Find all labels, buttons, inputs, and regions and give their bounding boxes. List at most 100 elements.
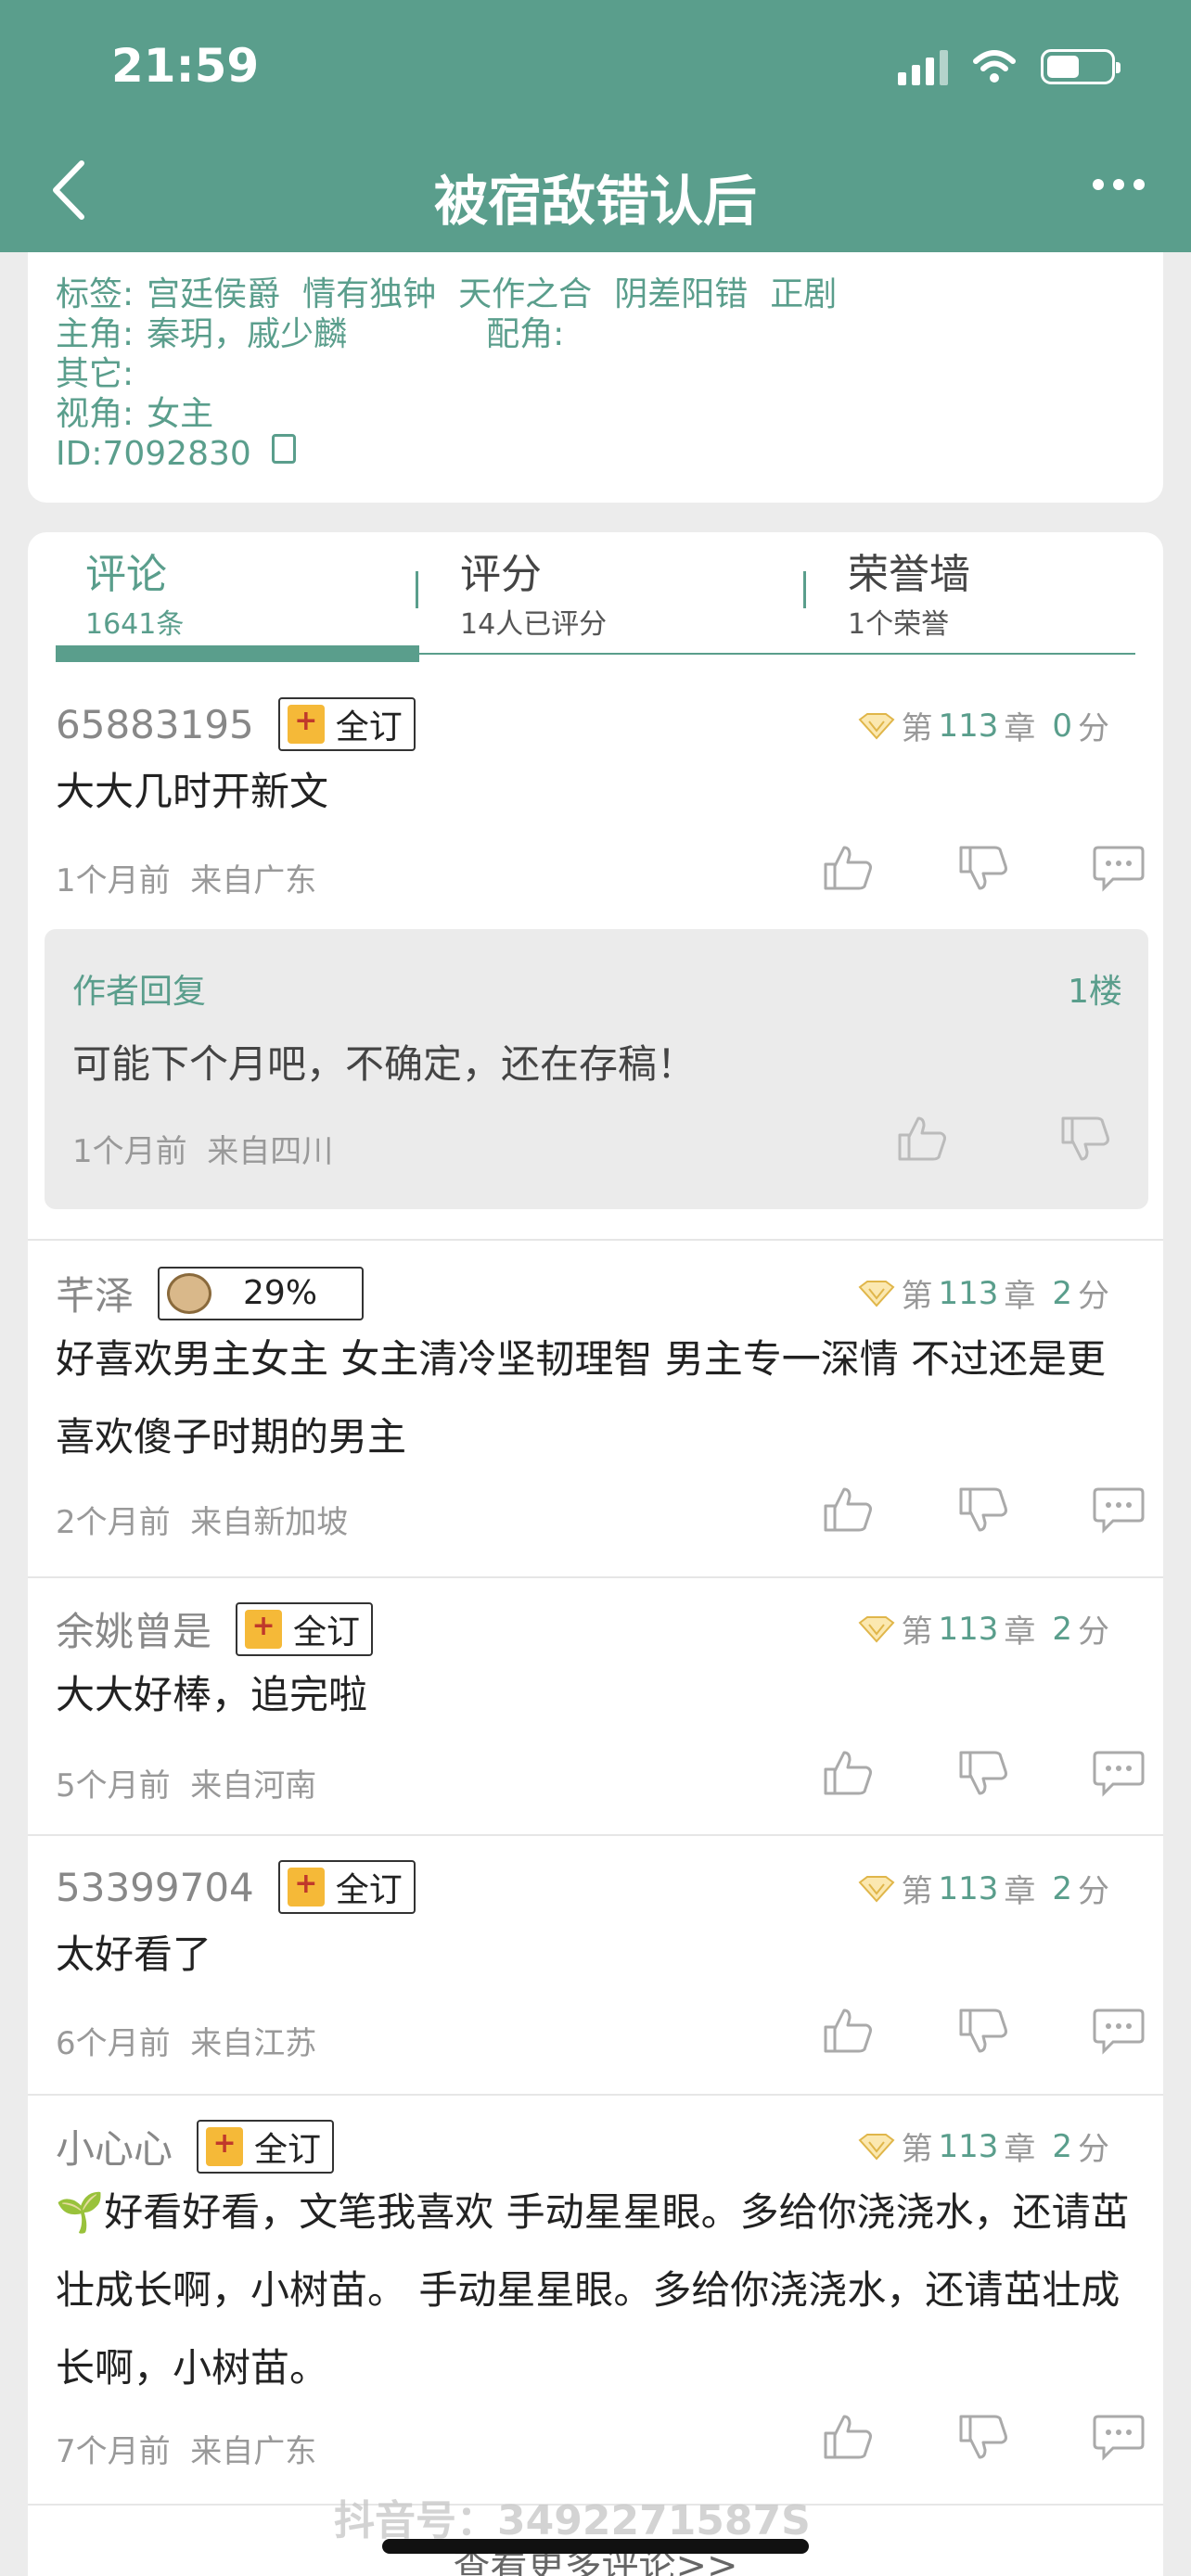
tab-sub: 1个荣誉 [848, 608, 950, 641]
reply-icon[interactable] [1093, 1749, 1145, 1797]
comment-meta: 6个月前 来自江苏 [56, 2018, 316, 2063]
comment-username[interactable]: 53399704 [56, 1865, 254, 1910]
novel-id: ID:7092830 [56, 435, 251, 473]
divider [28, 1834, 1163, 1836]
comment-item: 小心心 全订 第113章2分 🌱好看好看，文笔我喜欢 手动星星眼。多给你浇浇水，… [28, 2118, 1163, 2498]
comment-location: 来自河南 [190, 1767, 317, 1804]
bookmark-icon [287, 1868, 325, 1906]
comment-actions [822, 2413, 1145, 2461]
comment-body: 大大好棒，追完啦 [56, 1672, 368, 1717]
comment-body: 好喜欢男主女主 女主清冷坚韧理智 男主专一深情 不过还是更喜欢傻子时期的男主 [56, 1336, 1107, 1460]
author-reply: 作者回复 1楼 可能下个月吧，不确定，还在存稿！ 1个月前 来自四川 [45, 929, 1148, 1209]
thumbs-up-icon[interactable] [822, 844, 874, 892]
status-icons [898, 48, 1121, 85]
tags-row: 标签: 宫廷侯爵 情有独钟 天作之合 阴差阳错 正剧 [56, 274, 1135, 314]
tag[interactable]: 正剧 [770, 274, 837, 314]
reply-icon[interactable] [1093, 1486, 1145, 1534]
thumbs-up-icon[interactable] [822, 2007, 874, 2055]
chapter-prefix: 第 [901, 1278, 933, 1315]
comment-time: 5个月前 [56, 1767, 171, 1804]
divider [28, 1576, 1163, 1578]
comment-username[interactable]: 65883195 [56, 702, 254, 747]
tab-bar: 评论 1641条 评分 14人已评分 荣誉墙 1个荣誉 [28, 532, 1163, 662]
divider [28, 1239, 1163, 1241]
tab-ratings[interactable]: 评分 14人已评分 [460, 551, 607, 642]
thumbs-down-icon[interactable] [957, 2007, 1009, 2055]
author-reply-label: 作者回复 [72, 973, 207, 1011]
thumbs-up-icon[interactable] [822, 1749, 874, 1797]
score-value: 2 [1052, 1869, 1072, 1907]
chapter-prefix: 第 [901, 2131, 933, 2168]
shell-icon [167, 1272, 212, 1314]
pov-row: 视角: 女主 [56, 394, 1135, 434]
comment-header: 小心心 全订 [56, 2118, 335, 2174]
progress-badge: 29% [158, 1266, 365, 1320]
tab-label: 荣誉墙 [848, 551, 970, 598]
vip-diamond-icon [858, 1615, 895, 1642]
comment-location: 来自广东 [190, 2433, 317, 2470]
protagonist-value: 秦玥，戚少麟 [147, 315, 348, 353]
subscription-badge: 全订 [236, 1601, 374, 1656]
comment-body: 太好看了 [56, 1932, 212, 1977]
comment-meta: 7个月前 来自广东 [56, 2426, 316, 2471]
chapter-prefix: 第 [901, 1873, 933, 1910]
reply-body: 可能下个月吧，不确定，还在存稿！ [72, 1041, 697, 1087]
comment-username[interactable]: 余姚曾是 [56, 1600, 211, 1657]
chapter-suffix: 章 [1004, 1873, 1036, 1910]
tag[interactable]: 天作之合 [458, 274, 592, 314]
signal-icon [898, 48, 948, 85]
thumbs-up-icon[interactable] [896, 1115, 948, 1163]
comment-meta: 5个月前 来自河南 [56, 1760, 316, 1805]
comment-meta: 1个月前 来自广东 [56, 855, 316, 900]
thumbs-down-icon[interactable] [957, 844, 1009, 892]
more-icon[interactable] [1093, 179, 1145, 190]
subscription-badge: 全订 [197, 2119, 335, 2174]
bookmark-icon [245, 1609, 283, 1649]
comment-username[interactable]: 小心心 [56, 2118, 173, 2174]
tab-label: 评分 [460, 551, 542, 598]
tab-label: 评论 [85, 551, 167, 598]
chapter-suffix: 章 [1004, 1278, 1036, 1315]
thumbs-down-icon[interactable] [957, 1486, 1009, 1534]
bookmark-icon [287, 705, 325, 744]
tab-separator [416, 571, 418, 608]
score-value: 0 [1052, 707, 1072, 745]
chapter-score: 第 113 章 2 分 [858, 1866, 1109, 1911]
thumbs-down-icon[interactable] [957, 2413, 1009, 2461]
copy-icon[interactable] [271, 434, 296, 464]
other-label: 其它: [56, 355, 134, 393]
badge-label: 全订 [254, 2130, 322, 2169]
thumbs-up-icon[interactable] [822, 1486, 874, 1534]
reply-icon[interactable] [1093, 2413, 1145, 2461]
id-row: ID:7092830 [56, 434, 1135, 474]
tag[interactable]: 阴差阳错 [614, 274, 748, 314]
chapter-score: 第 113 章 0 分 [858, 703, 1109, 748]
home-indicator[interactable] [382, 2539, 809, 2554]
comment-location: 来自广东 [190, 862, 317, 899]
subscription-badge: 全订 [277, 1860, 416, 1914]
page-title: 被宿敌错认后 [433, 170, 757, 233]
thumbs-down-icon[interactable] [1059, 1115, 1111, 1163]
comment-body: 大大几时开新文 [56, 769, 329, 814]
bookmark-icon [206, 2126, 244, 2166]
thumbs-down-icon[interactable] [957, 1749, 1009, 1797]
reply-location: 来自四川 [207, 1133, 334, 1170]
score-suffix: 分 [1078, 710, 1109, 747]
tab-active-indicator [56, 645, 419, 662]
tab-honor-wall[interactable]: 荣誉墙 1个荣誉 [848, 551, 970, 642]
tab-sub: 1641条 [85, 608, 185, 641]
reply-icon[interactable] [1093, 844, 1145, 892]
tag[interactable]: 宫廷侯爵 [147, 274, 280, 314]
reply-icon[interactable] [1093, 2007, 1145, 2055]
comment-username[interactable]: 芊泽 [56, 1265, 134, 1321]
comment-time: 1个月前 [56, 862, 171, 899]
thumbs-up-icon[interactable] [822, 2413, 874, 2461]
chapter-number: 113 [938, 707, 999, 745]
chapter-number: 113 [938, 1610, 999, 1648]
pov-value: 女主 [147, 395, 214, 433]
vip-diamond-icon [858, 1280, 895, 1307]
tab-comments[interactable]: 评论 1641条 [85, 551, 184, 642]
comment-time: 6个月前 [56, 2025, 171, 2062]
tag[interactable]: 情有独钟 [302, 274, 436, 314]
chapter-suffix: 章 [1004, 1613, 1036, 1651]
